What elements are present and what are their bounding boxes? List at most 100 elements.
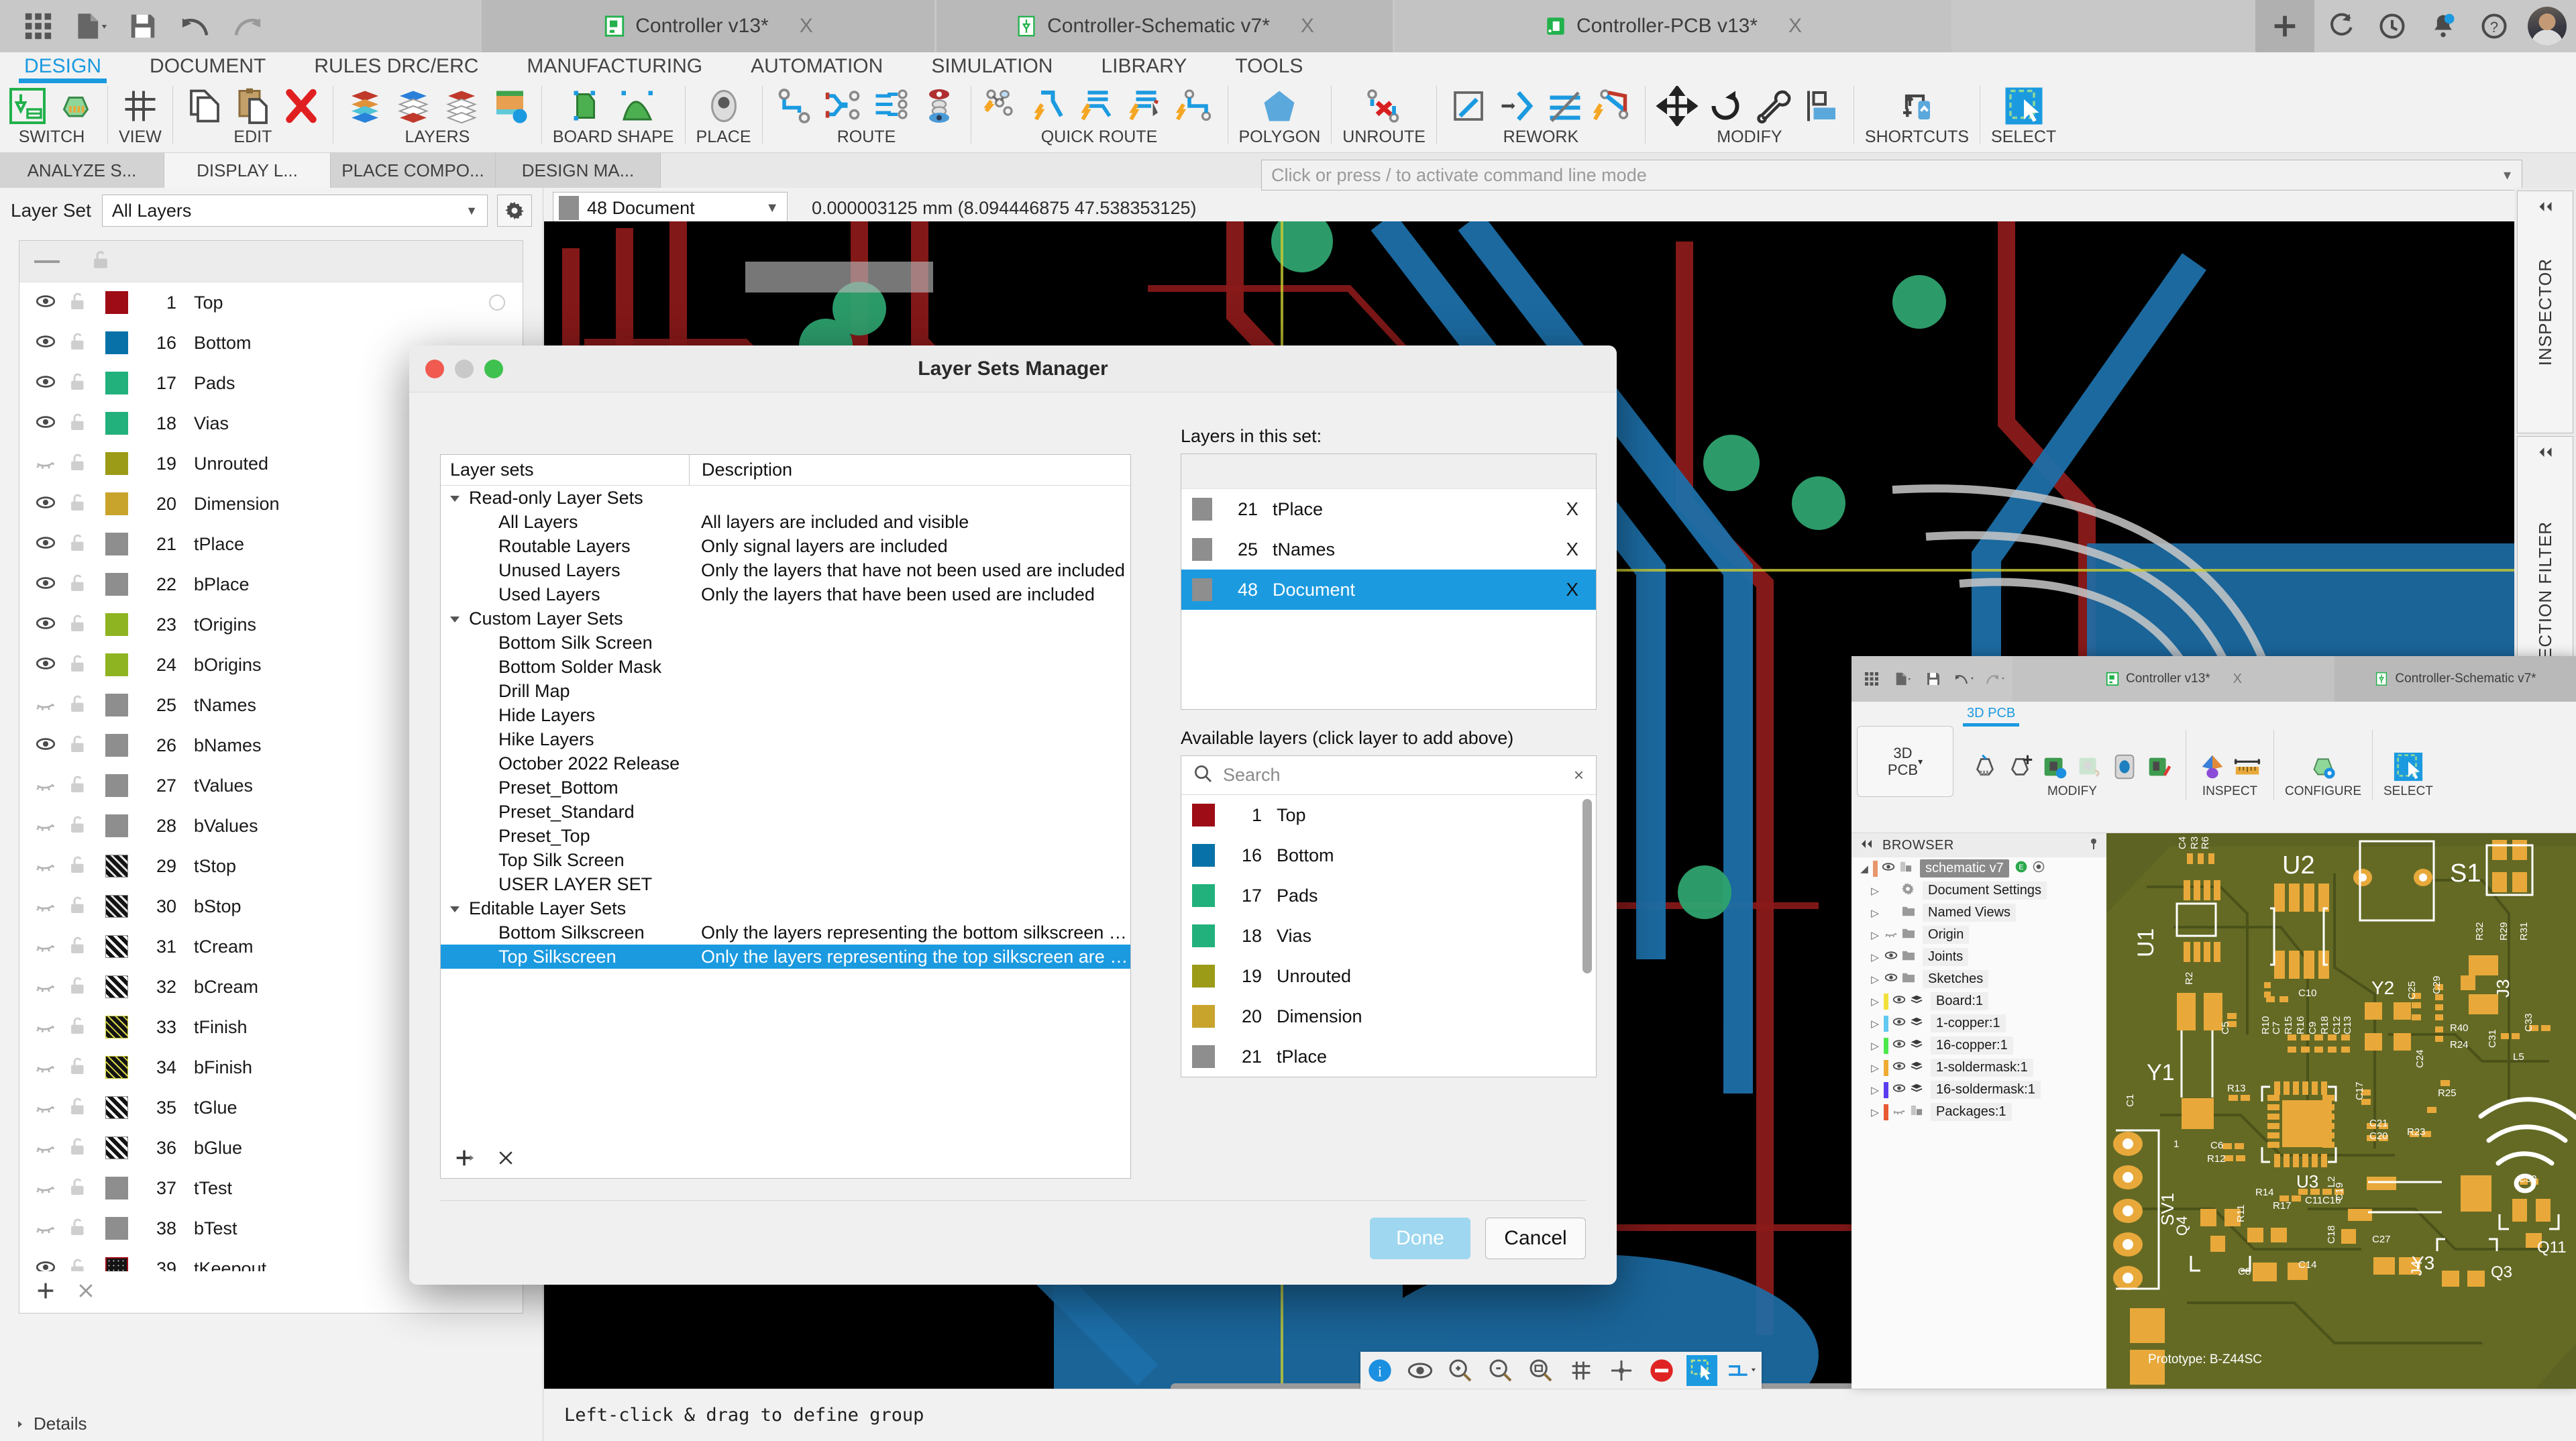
remove-layer-icon[interactable]: X [1566, 539, 1578, 560]
subtab-design-manager[interactable]: DESIGN MA... [496, 153, 661, 188]
layer-lock-toggle[interactable] [66, 330, 99, 356]
layer-color-swatch[interactable] [105, 1136, 128, 1159]
layer-set-row[interactable]: October 2022 Release [441, 751, 1130, 776]
layer-lock-toggle[interactable] [66, 692, 99, 718]
record-icon[interactable] [2032, 860, 2045, 877]
layer-lock-toggle[interactable] [66, 290, 99, 316]
collapse-icon[interactable] [2535, 201, 2556, 213]
layer-lock-toggle[interactable] [66, 1095, 99, 1121]
layer-visibility-toggle[interactable] [34, 290, 64, 316]
via-icon[interactable] [918, 86, 960, 126]
available-layer-row[interactable]: 19 Unrouted [1181, 956, 1596, 996]
available-layers-box[interactable]: Search × 1 Top 16 Bottom 17 Pads 18 Vias 19 Unrou… [1181, 755, 1597, 1077]
redo-icon[interactable] [1980, 656, 2010, 702]
chevron-down-icon[interactable] [450, 495, 460, 502]
expand-arrow-icon[interactable]: ▷ [1866, 907, 1884, 919]
layer-color-swatch[interactable] [105, 653, 128, 676]
measure-icon[interactable] [2232, 751, 2263, 782]
add-layer-set-button[interactable] [453, 1146, 476, 1173]
stop-icon[interactable] [1646, 1355, 1677, 1386]
layer-in-set-row[interactable]: 21 tPlace X [1181, 489, 1596, 529]
expand-arrow-icon[interactable]: ▷ [1866, 1040, 1884, 1052]
layer-visibility-toggle[interactable] [34, 370, 64, 396]
layer-visibility-toggle[interactable] [34, 612, 64, 638]
layer-lock-toggle[interactable] [66, 370, 99, 396]
layer-lock-toggle[interactable] [66, 853, 99, 879]
ribbon-tab-automation[interactable]: AUTOMATION [727, 52, 907, 78]
layer-row[interactable]: 1 Top [19, 282, 523, 323]
zoom-out-icon[interactable] [1485, 1355, 1516, 1386]
new-document-icon[interactable] [1888, 656, 1917, 702]
browser-row[interactable]: ▷ 1-soldermask:1 [1851, 1057, 2106, 1079]
layer-color-swatch[interactable] [105, 533, 128, 555]
grid-icon[interactable] [119, 86, 161, 126]
layer-color-swatch[interactable] [105, 694, 128, 716]
details-section[interactable]: Details [15, 1413, 87, 1434]
layer-set-row[interactable]: Preset_Top [441, 824, 1130, 848]
expand-arrow-icon[interactable]: ▷ [1866, 885, 1884, 897]
quick-route-corner-icon[interactable] [1030, 86, 1072, 126]
ribbon-tab-document[interactable]: DOCUMENT [125, 52, 290, 78]
done-button[interactable]: Done [1370, 1218, 1470, 1259]
layer-color-swatch[interactable] [105, 774, 128, 797]
layer-set-row[interactable]: Preset_Standard [441, 800, 1130, 824]
visibility-toggle[interactable] [1892, 1036, 1909, 1055]
redo-icon[interactable] [221, 0, 274, 52]
layer-sets-tree[interactable]: Layer sets Description Read-only Layer S… [440, 454, 1131, 1179]
layer-set-row[interactable]: Custom Layer Sets [441, 606, 1130, 631]
ribbon-tab-manufacturing[interactable]: MANUFACTURING [502, 52, 727, 78]
switch-to-package-icon[interactable] [55, 86, 97, 126]
layer-set-row[interactable]: Hide Layers [441, 703, 1130, 727]
subtab-analyze[interactable]: ANALYZE S... [0, 153, 164, 188]
browser-row[interactable]: ◢ schematic v7 E [1851, 857, 2106, 879]
properties-icon[interactable] [1753, 86, 1794, 126]
configure-icon[interactable] [2308, 751, 2339, 782]
section-icon[interactable] [2197, 751, 2228, 782]
layer-color-swatch[interactable] [105, 613, 128, 636]
expand-arrow-icon[interactable]: ▷ [1866, 929, 1884, 941]
layer-set-row[interactable]: Top Silk Screen [441, 848, 1130, 872]
ghost-3d-icon[interactable] [2074, 751, 2105, 782]
cancel-button[interactable]: Cancel [1485, 1218, 1586, 1259]
layer-lock-toggle[interactable] [66, 1014, 99, 1040]
layer-set-row[interactable]: Bottom Silkscreen Only the layers represe… [441, 920, 1130, 945]
layer-set-row[interactable]: Top Silkscreen Only the layers representi… [441, 945, 1130, 969]
visibility-toggle[interactable] [1892, 1059, 1909, 1077]
available-layer-row[interactable]: 16 Bottom [1181, 835, 1596, 875]
expand-arrow-icon[interactable]: ▷ [1866, 1084, 1884, 1096]
layer-lock-toggle[interactable] [66, 934, 99, 960]
browser-row[interactable]: ▷ 16-soldermask:1 [1851, 1079, 2106, 1101]
3d-pcb-render[interactable]: U2 S1 U1 Y1 Y2 Y3 U3 J3 SV1 Q4 J4 Q3 Q11… [2106, 833, 2576, 1389]
layer-visibility-toggle[interactable] [34, 491, 64, 517]
available-layer-row[interactable]: 17 Pads [1181, 875, 1596, 916]
visibility-toggle[interactable] [1884, 926, 1901, 945]
select-icon[interactable] [2003, 86, 2045, 126]
layers-in-set-list[interactable]: 21 tPlace X 25 tNames X 48 Document X [1181, 453, 1597, 710]
available-layer-row[interactable]: 1 Top [1181, 795, 1596, 835]
close-icon[interactable]: X [2233, 672, 2242, 687]
layer-color-swatch[interactable] [105, 331, 128, 354]
shortcuts-icon[interactable] [1896, 86, 1937, 126]
select-area-icon[interactable] [1686, 1355, 1717, 1386]
bus-route-icon[interactable] [870, 86, 912, 126]
grid-menu-icon[interactable] [1857, 656, 1886, 702]
command-line-input[interactable]: Click or press / to activate command lin… [1261, 160, 2522, 191]
expand-arrow-icon[interactable]: ▷ [1866, 1062, 1884, 1074]
available-layer-row[interactable]: 21 tPlace [1181, 1036, 1596, 1077]
search-input[interactable]: Search [1223, 765, 1281, 786]
layer-set-row[interactable]: Hike Layers [441, 727, 1130, 751]
layer-color-swatch[interactable] [105, 1096, 128, 1119]
expand-arrow-icon[interactable]: ▷ [1866, 973, 1884, 985]
move-3d-icon[interactable] [2004, 751, 2035, 782]
place-component-icon[interactable] [703, 86, 745, 126]
grid-icon[interactable] [1566, 1355, 1597, 1386]
rework-slide-icon[interactable] [1448, 86, 1489, 126]
info-icon[interactable]: i [1364, 1355, 1395, 1386]
collapse-icon[interactable] [2535, 446, 2556, 458]
browser-options-icon[interactable] [2089, 837, 2098, 854]
layer-stack-top-icon[interactable] [441, 86, 482, 126]
browser-row[interactable]: ▷ Named Views [1851, 902, 2106, 924]
refresh-icon[interactable] [2317, 0, 2365, 52]
document-tab-schematic[interactable]: Controller-Schematic v7* X [936, 0, 1393, 52]
rework-push-icon[interactable] [1496, 86, 1538, 126]
